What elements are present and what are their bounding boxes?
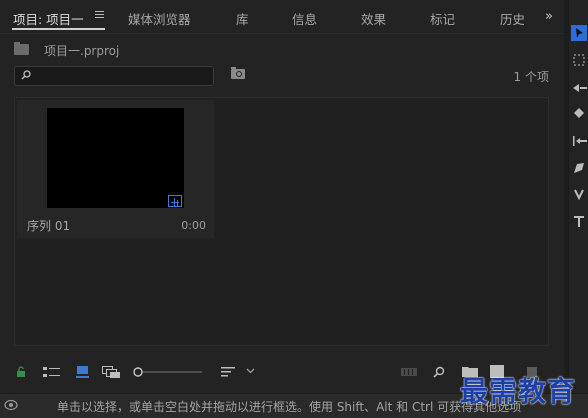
slip-tool-icon[interactable] <box>571 133 587 149</box>
freeform-view-icon[interactable] <box>102 366 121 378</box>
ripple-edit-tool-icon[interactable] <box>571 80 587 96</box>
project-folder-icon[interactable] <box>14 42 29 55</box>
search-input[interactable] <box>14 66 214 86</box>
search-icon <box>21 70 31 80</box>
sequence-thumbnail[interactable] <box>47 108 184 208</box>
find-icon[interactable] <box>433 366 445 378</box>
tools-panel <box>568 0 588 393</box>
track-select-tool-icon[interactable] <box>571 52 587 68</box>
status-tip-icon <box>4 399 18 411</box>
active-tab-indicator <box>12 28 105 30</box>
list-view-icon[interactable] <box>43 367 61 378</box>
tab-libraries[interactable]: 库 <box>236 9 249 28</box>
pen-tool-icon[interactable] <box>571 160 587 176</box>
item-duration: 0:00 <box>181 219 206 232</box>
zoom-slider[interactable] <box>133 366 203 378</box>
dropdown-chevron-icon[interactable] <box>246 368 255 374</box>
tab-project[interactable]: 项目: 项目一 <box>13 9 84 28</box>
project-panel: 项目: 项目一 媒体浏览器 库 信息 效果 标记 历史 » 项目一.prproj… <box>0 0 564 393</box>
sort-icon[interactable] <box>221 366 235 378</box>
list-item[interactable]: 序列 01 0:00 <box>17 100 214 238</box>
icon-view-icon[interactable] <box>76 366 89 378</box>
panel-menu-icon[interactable] <box>95 10 105 20</box>
watermark-logo: 最需教育 <box>460 375 577 408</box>
automate-icon[interactable] <box>401 368 417 376</box>
panel-tab-bar: 项目: 项目一 媒体浏览器 库 信息 效果 标记 历史 » <box>0 0 564 34</box>
new-search-bin-icon[interactable] <box>231 67 245 79</box>
item-count: 1 个项 <box>513 70 549 84</box>
tab-media-browser[interactable]: 媒体浏览器 <box>128 9 191 28</box>
selection-tool-icon[interactable] <box>571 25 587 41</box>
tabs-overflow-icon[interactable]: » <box>545 9 553 24</box>
tab-info[interactable]: 信息 <box>292 9 317 28</box>
project-items-area[interactable]: 序列 01 0:00 <box>14 97 549 346</box>
tab-effects[interactable]: 效果 <box>361 9 386 28</box>
hand-tool-icon[interactable] <box>571 186 587 202</box>
tab-markers[interactable]: 标记 <box>430 9 455 28</box>
item-name[interactable]: 序列 01 <box>27 217 70 234</box>
sequence-icon <box>168 195 182 207</box>
project-file-name: 项目一.prproj <box>44 44 120 58</box>
status-hint-text: 单击以选择，或单击空白处并拖动以进行框选。使用 Shift、Alt 和 Ctrl… <box>57 400 522 414</box>
razor-tool-icon[interactable] <box>571 105 587 121</box>
type-tool-icon[interactable] <box>571 213 587 229</box>
lock-icon[interactable] <box>16 366 26 377</box>
tab-history[interactable]: 历史 <box>500 9 524 28</box>
